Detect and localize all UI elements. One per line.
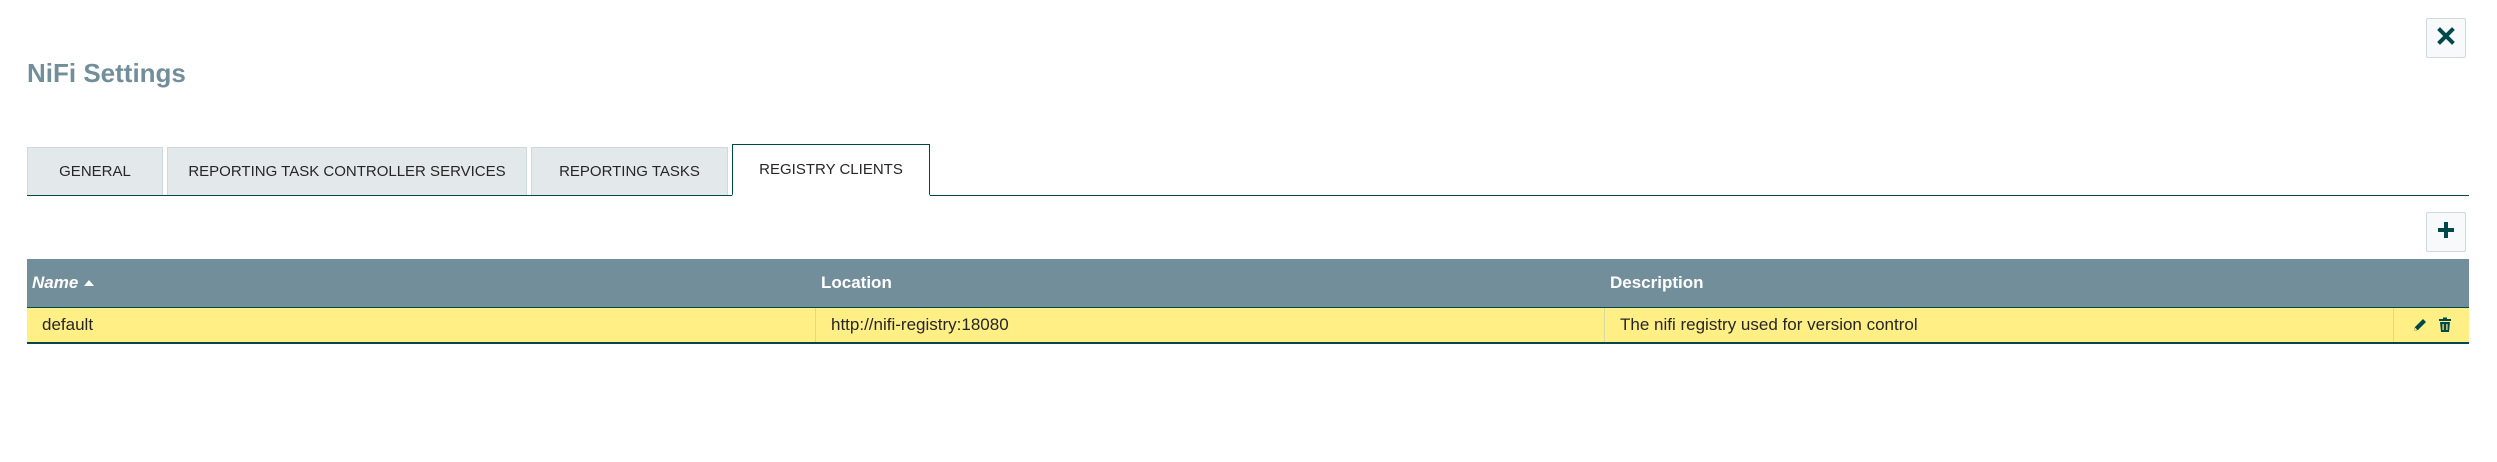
registry-clients-table: Name Location Description default http:/… [27,259,2469,344]
column-header-label: Description [1610,273,1704,292]
cell-location: http://nifi-registry:18080 [816,308,1605,342]
tab-bar: GENERAL REPORTING TASK CONTROLLER SERVIC… [27,144,934,196]
column-header-actions [2394,259,2469,307]
column-header-label: Name [32,273,79,292]
tab-reporting-task-controller-services[interactable]: REPORTING TASK CONTROLLER SERVICES [167,147,527,196]
pencil-icon[interactable] [2412,317,2428,333]
close-button[interactable] [2426,18,2466,58]
table-row[interactable]: default http://nifi-registry:18080 The n… [27,307,2469,344]
tab-reporting-tasks[interactable]: REPORTING TASKS [531,147,728,196]
column-header-description[interactable]: Description [1605,259,2394,307]
trash-icon[interactable] [2438,317,2452,333]
plus-icon [2436,220,2456,245]
page-title: NiFi Settings [27,58,186,88]
tab-bar-divider [27,195,2469,196]
column-header-location[interactable]: Location [816,259,1605,307]
add-registry-client-button[interactable] [2426,212,2466,252]
cell-name: default [27,308,816,342]
column-header-name[interactable]: Name [27,259,816,307]
table-header: Name Location Description [27,259,2469,307]
close-icon [2437,26,2455,50]
nifi-settings-dialog: NiFi Settings GENERAL REPORTING TASK CON… [0,0,2497,462]
tab-registry-clients[interactable]: REGISTRY CLIENTS [732,144,930,196]
column-header-label: Location [821,273,892,292]
cell-actions [2394,308,2469,342]
cell-description: The nifi registry used for version contr… [1605,308,2394,342]
sort-ascending-icon [84,280,95,286]
tab-general[interactable]: GENERAL [27,147,163,196]
